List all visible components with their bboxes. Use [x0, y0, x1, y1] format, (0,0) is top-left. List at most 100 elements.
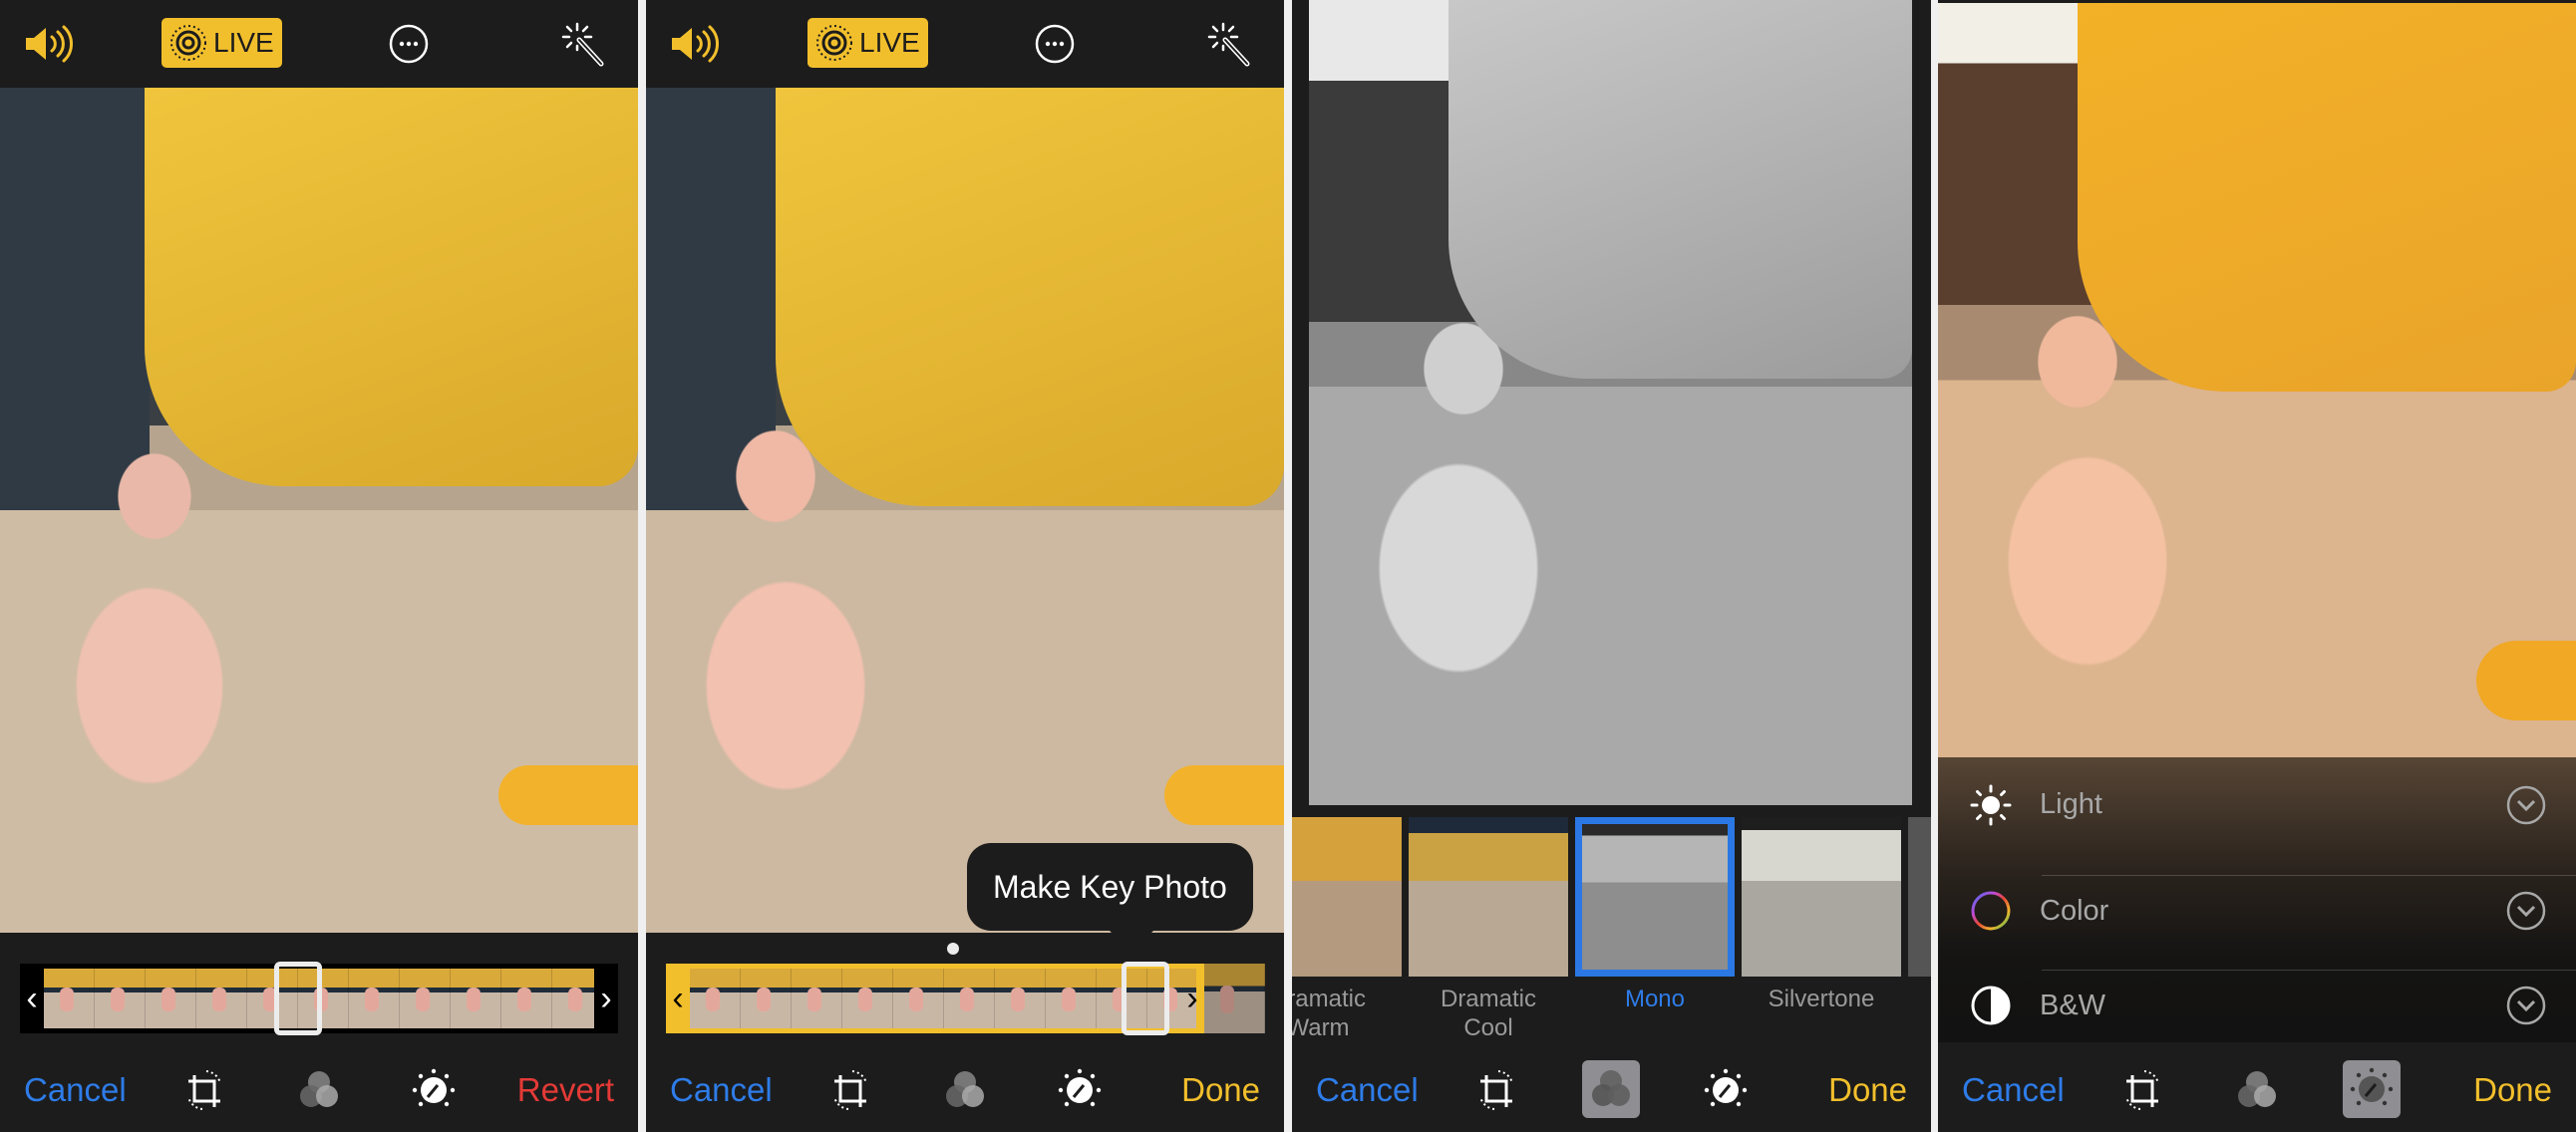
filmstrip-frames: [690, 969, 1196, 1028]
crop-rotate-icon[interactable]: [825, 1052, 875, 1128]
filter-label-line: Mono: [1624, 986, 1686, 1012]
filters-icon[interactable]: [940, 1052, 990, 1128]
revert-button[interactable]: Revert: [517, 1052, 614, 1128]
frame[interactable]: [1046, 969, 1097, 1028]
crop-rotate-icon[interactable]: [1471, 1052, 1521, 1128]
frame[interactable]: [95, 969, 146, 1028]
ellipsis-circle-icon[interactable]: [1033, 22, 1077, 66]
filter-label-line: Cool: [1463, 1014, 1513, 1041]
frame[interactable]: [893, 969, 944, 1028]
filter-strip[interactable]: [1292, 817, 1931, 979]
filter-thumb-mono[interactable]: [1575, 817, 1735, 977]
sun-icon: [1970, 784, 2012, 826]
half-circle-icon: [1970, 985, 2012, 1026]
filter-label-dramatic-cool[interactable]: Dramatic Cool: [1409, 985, 1568, 1042]
adjust-dial-icon[interactable]: [2343, 1060, 2401, 1118]
frame[interactable]: [842, 969, 893, 1028]
adjust-dial-icon[interactable]: [409, 1052, 459, 1128]
live-photo-filmstrip[interactable]: ‹ ›: [20, 962, 618, 1035]
bottom-toolbar: Cancel Revert: [0, 1052, 638, 1128]
frame[interactable]: [1204, 964, 1265, 1033]
done-button[interactable]: Done: [2473, 1052, 2552, 1128]
cancel-button[interactable]: Cancel: [670, 1052, 773, 1128]
frame[interactable]: [44, 969, 95, 1028]
bottom-toolbar: Cancel Done: [646, 1052, 1284, 1128]
frame[interactable]: [741, 969, 792, 1028]
chevron-down-circle-icon[interactable]: [2506, 785, 2546, 825]
trim-end-handle[interactable]: ›: [1180, 964, 1204, 1033]
crop-rotate-icon[interactable]: [179, 1052, 229, 1128]
live-icon: [816, 25, 852, 61]
chevron-down-circle-icon[interactable]: [2506, 986, 2546, 1025]
frame[interactable]: [146, 969, 196, 1028]
cancel-button[interactable]: Cancel: [1316, 1052, 1419, 1128]
magic-wand-icon[interactable]: [558, 22, 608, 67]
frame[interactable]: [451, 969, 501, 1028]
frame[interactable]: [501, 969, 552, 1028]
trimmed-region: [1204, 964, 1265, 1033]
adjustment-label: Light: [2040, 788, 2102, 820]
frame[interactable]: [944, 969, 995, 1028]
selected-frame-indicator[interactable]: [274, 962, 322, 1035]
color-wheel-icon: [1970, 890, 2012, 932]
trim-start-handle[interactable]: ‹: [20, 964, 44, 1033]
cancel-button[interactable]: Cancel: [1962, 1052, 2065, 1128]
done-button[interactable]: Done: [1181, 1052, 1260, 1128]
panel-key-photo-select: LIVE Make Key Photo ‹ › Cancel Done: [646, 0, 1284, 1132]
filter-thumb-silvertone[interactable]: [1742, 817, 1901, 977]
done-button[interactable]: Done: [1828, 1052, 1907, 1128]
filter-label-line: Dramatic: [1292, 986, 1366, 1012]
crop-rotate-icon[interactable]: [2117, 1052, 2167, 1128]
adjustment-row-color[interactable]: Color: [1938, 852, 2576, 970]
trim-end-handle[interactable]: ›: [594, 964, 618, 1033]
photo-preview-warm: [1938, 3, 2576, 757]
make-key-photo-tooltip[interactable]: Make Key Photo: [967, 843, 1253, 953]
frame[interactable]: [552, 969, 594, 1028]
filter-label-dramatic-warm[interactable]: DramaticWarm: [1292, 985, 1398, 1042]
filter-label-silvertone[interactable]: Silvertone: [1742, 985, 1901, 1013]
filter-thumb-next[interactable]: [1908, 817, 1931, 977]
photo-preview: [646, 88, 1284, 933]
panel-live-photo-edit: LIVE ‹ › Cancel Revert: [0, 0, 638, 1132]
ellipsis-circle-icon[interactable]: [387, 22, 431, 66]
filter-thumb-dramatic-warm[interactable]: [1292, 817, 1402, 977]
cancel-button[interactable]: Cancel: [24, 1052, 127, 1128]
magic-wand-icon[interactable]: [1204, 22, 1254, 67]
panel-adjustments: Light Color B&W Cancel Done: [1938, 0, 2576, 1132]
frame[interactable]: [995, 969, 1046, 1028]
live-photo-filmstrip[interactable]: ‹ ›: [666, 962, 1265, 1035]
adjust-dial-icon[interactable]: [1701, 1052, 1751, 1128]
frame[interactable]: [792, 969, 842, 1028]
live-label: LIVE: [859, 27, 920, 58]
frame[interactable]: [690, 969, 741, 1028]
filters-icon[interactable]: [294, 1052, 344, 1128]
live-icon: [170, 25, 206, 61]
photo-preview: [0, 88, 638, 933]
frame[interactable]: [196, 969, 247, 1028]
speaker-icon[interactable]: [666, 22, 726, 66]
adjustments-panel: Light Color B&W: [1938, 757, 2576, 1042]
adjustment-label: Color: [2040, 894, 2109, 927]
panel-filters: DramaticWarm DramaticCool Mono Silverton…: [1292, 0, 1931, 1132]
live-toggle-button[interactable]: LIVE: [807, 18, 928, 68]
frame[interactable]: [349, 969, 400, 1028]
top-bar: LIVE: [0, 0, 638, 88]
filter-label-line: Warm: [1292, 1014, 1350, 1041]
filter-label-mono[interactable]: Mono: [1575, 985, 1735, 1013]
filter-thumb-dramatic-cool[interactable]: [1409, 817, 1568, 977]
filter-label-line: Silvertone: [1768, 986, 1875, 1012]
filters-icon[interactable]: [1582, 1060, 1640, 1118]
frame[interactable]: [400, 969, 451, 1028]
live-toggle-button[interactable]: LIVE: [161, 18, 282, 68]
bottom-toolbar: Cancel Done: [1292, 1052, 1931, 1128]
speaker-icon[interactable]: [20, 22, 80, 66]
adjustment-row-light[interactable]: Light: [1938, 757, 2576, 852]
top-bar: LIVE: [646, 0, 1284, 88]
trim-start-handle[interactable]: ‹: [666, 964, 690, 1033]
selected-frame-indicator[interactable]: [1122, 962, 1169, 1035]
filters-icon[interactable]: [2232, 1052, 2282, 1128]
key-photo-marker: [947, 943, 959, 955]
adjustment-row-bw[interactable]: B&W: [1938, 970, 2576, 1041]
chevron-down-circle-icon[interactable]: [2506, 891, 2546, 931]
adjust-dial-icon[interactable]: [1055, 1052, 1105, 1128]
